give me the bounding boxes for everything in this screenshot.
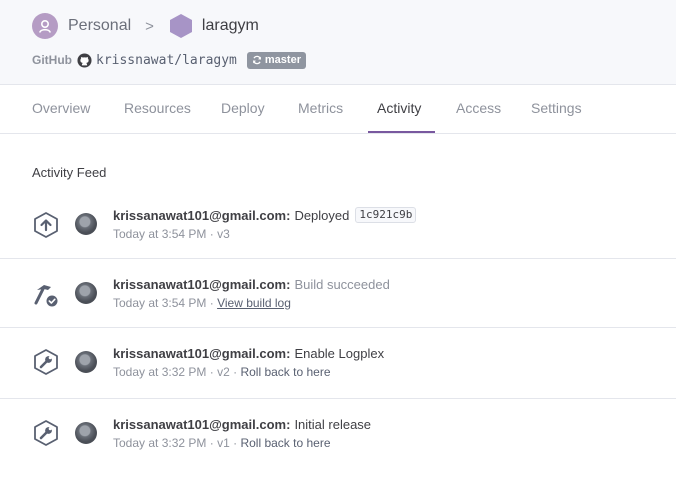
meta-separator: · — [233, 365, 238, 379]
divider — [0, 398, 676, 399]
activity-action: Enable Logplex — [294, 345, 385, 361]
deploy-icon — [32, 211, 60, 239]
activity-meta: Today at 3:32 PM · v2 · Roll back to her… — [113, 365, 331, 379]
activity-time: Today at 3:32 PM — [113, 436, 207, 450]
active-tab-indicator — [368, 131, 435, 133]
activity-summary: krissanawat101@gmail.com: Build succeede… — [113, 275, 390, 293]
activity-action: Deployed — [294, 207, 350, 223]
divider — [0, 258, 676, 259]
activity-meta: Today at 3:54 PM · v3 — [113, 227, 230, 241]
breadcrumb: Personal > laragym — [32, 12, 259, 40]
build-hammer-icon — [32, 280, 60, 308]
divider — [0, 327, 676, 328]
activity-summary: krissanawat101@gmail.com: Deployed 1c921… — [113, 206, 417, 224]
tab-activity[interactable]: Activity — [377, 85, 421, 134]
github-icon — [77, 52, 92, 68]
commit-hash[interactable]: 1c921c9b — [355, 207, 417, 223]
app-tabs: Overview Resources Deploy Metrics Activi… — [0, 85, 676, 134]
activity-action: Initial release — [294, 416, 372, 432]
meta-separator: · — [209, 296, 214, 310]
avatar — [75, 422, 97, 444]
release-version: v1 — [217, 436, 230, 450]
wrench-icon — [32, 419, 60, 447]
activity-summary: krissanawat101@gmail.com: Enable Logplex — [113, 344, 384, 362]
meta-separator: · — [209, 227, 214, 241]
github-label: GitHub — [32, 53, 72, 67]
activity-summary: krissanawat101@gmail.com: Initial releas… — [113, 415, 371, 433]
breadcrumb-separator: > — [145, 17, 154, 35]
github-repo-link[interactable]: krissnawat/laragym — [96, 53, 237, 68]
tab-deploy[interactable]: Deploy — [221, 85, 265, 134]
activity-meta: Today at 3:32 PM · v1 · Roll back to her… — [113, 436, 331, 450]
roll-back-link[interactable]: Roll back to here — [240, 436, 330, 450]
personal-account-icon[interactable] — [32, 13, 58, 39]
tab-resources[interactable]: Resources — [124, 85, 191, 134]
user-email: krissanawat101@gmail.com: — [113, 276, 291, 292]
view-build-log-link[interactable]: View build log — [217, 296, 291, 310]
app-header: Personal > laragym GitHub krissnawat/lar… — [0, 0, 676, 85]
user-email: krissanawat101@gmail.com: — [113, 207, 291, 223]
github-connection: GitHub krissnawat/laragym master — [32, 51, 306, 69]
tab-overview[interactable]: Overview — [32, 85, 90, 134]
tab-access[interactable]: Access — [456, 85, 501, 134]
avatar — [75, 282, 97, 304]
roll-back-link[interactable]: Roll back to here — [240, 365, 330, 379]
wrench-icon — [32, 348, 60, 376]
release-version: v3 — [217, 227, 230, 241]
activity-meta: Today at 3:54 PM · View build log — [113, 296, 291, 310]
activity-time: Today at 3:54 PM — [113, 296, 207, 310]
activity-time: Today at 3:32 PM — [113, 365, 207, 379]
activity-time: Today at 3:54 PM — [113, 227, 207, 241]
release-version: v2 — [217, 365, 230, 379]
breadcrumb-app-name[interactable]: laragym — [202, 17, 259, 35]
activity-action: Build succeeded — [294, 276, 390, 292]
meta-separator: · — [209, 436, 214, 450]
user-email: krissanawat101@gmail.com: — [113, 345, 291, 361]
user-email: krissanawat101@gmail.com: — [113, 416, 291, 432]
tab-settings[interactable]: Settings — [531, 85, 582, 134]
branch-name: master — [264, 54, 301, 66]
meta-separator: · — [209, 365, 214, 379]
activity-feed-title: Activity Feed — [32, 165, 107, 180]
sync-icon — [252, 55, 261, 65]
avatar — [75, 213, 97, 235]
branch-badge: master — [246, 51, 306, 69]
tab-metrics[interactable]: Metrics — [298, 85, 343, 134]
avatar — [75, 351, 97, 373]
app-hexagon-icon — [168, 13, 194, 39]
meta-separator: · — [233, 436, 238, 450]
breadcrumb-personal-link[interactable]: Personal — [68, 17, 131, 35]
